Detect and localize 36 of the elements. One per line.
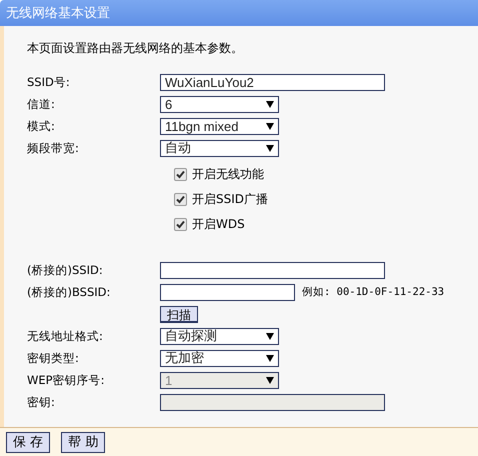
help-button[interactable]: 帮 助 (61, 432, 106, 452)
field-label: 密钥: (27, 394, 56, 410)
input-field[interactable]: WuXianLuYou2 (160, 74, 385, 90)
checkbox-label: 开启无线功能 (192, 166, 264, 183)
checkbox-label: 开启WDS (192, 216, 245, 233)
caret-icon (266, 122, 274, 130)
field-label: 密钥类型: (27, 350, 80, 366)
field-label: 频段带宽: (27, 140, 80, 156)
field-label: SSID号: (27, 74, 71, 90)
panel-title: 无线网络基本设置 (0, 0, 478, 26)
checkbox[interactable] (174, 168, 187, 181)
caret-icon (266, 354, 274, 362)
dropdown[interactable]: 11bgn mixed (160, 118, 279, 134)
field-label: (桥接的)BSSID: (27, 284, 112, 300)
dropdown[interactable]: 6 (160, 96, 279, 112)
caret-icon (266, 100, 274, 108)
caret-icon (266, 144, 274, 152)
input-field[interactable] (160, 284, 295, 300)
field-label: 信道: (27, 96, 56, 112)
checkbox[interactable] (174, 218, 187, 231)
field-label: 无线地址格式: (27, 328, 104, 344)
input-field[interactable] (160, 262, 385, 278)
save-button[interactable]: 保 存 (6, 432, 50, 452)
caret-icon (266, 332, 274, 340)
checkbox-label: 开启SSID广播 (192, 191, 268, 208)
caret-icon (266, 376, 274, 384)
dropdown[interactable]: 自动探测 (160, 328, 279, 344)
dropdown[interactable]: 自动 (160, 140, 279, 156)
checkbox[interactable] (174, 193, 187, 206)
field-label: 模式: (27, 118, 56, 134)
intro-text: 本页面设置路由器无线网络的基本参数。 (27, 40, 244, 56)
dropdown[interactable]: 无加密 (160, 350, 279, 366)
example-text: 例如: 00-1D-0F-11-22-33 (302, 285, 444, 299)
field-label: WEP密钥序号: (27, 372, 106, 388)
field-label: (桥接的)SSID: (27, 262, 104, 278)
scan-button[interactable]: 扫描 (160, 306, 198, 322)
